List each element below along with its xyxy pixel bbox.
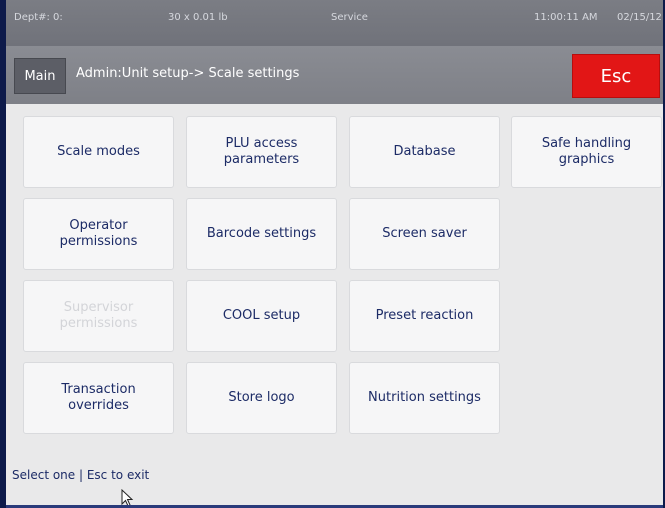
clock-time: 11:00:11 AM xyxy=(534,12,598,23)
cool-setup-button[interactable]: COOL setup xyxy=(186,280,337,352)
database-label: Database xyxy=(393,144,456,159)
scale-modes-label: Scale modes xyxy=(57,144,140,159)
screen-saver-button[interactable]: Screen saver xyxy=(349,198,500,270)
mode-indicator: Service xyxy=(331,12,368,23)
dept-indicator: Dept#: 0: xyxy=(14,12,63,23)
preset-reaction-button[interactable]: Preset reaction xyxy=(349,280,500,352)
plu-access-button[interactable]: PLU access parameters xyxy=(186,116,337,188)
main-button[interactable]: Main xyxy=(14,58,66,94)
scale-settings-window: Dept#: 0: 30 x 0.01 lb Service 11:00:11 … xyxy=(6,0,663,508)
store-logo-label: Store logo xyxy=(228,390,295,405)
safe-handling-label: Safe handling graphics xyxy=(541,136,632,167)
nutrition-settings-button[interactable]: Nutrition settings xyxy=(349,362,500,434)
store-logo-button[interactable]: Store logo xyxy=(186,362,337,434)
title-bar: Main Admin:Unit setup-> Scale settings E… xyxy=(6,46,663,104)
supervisor-permissions-label: Supervisor permissions xyxy=(59,300,138,331)
plu-access-label: PLU access parameters xyxy=(223,136,300,167)
footer-hint: Select one | Esc to exit xyxy=(12,468,150,482)
operator-permissions-label: Operator permissions xyxy=(59,218,138,249)
barcode-settings-button[interactable]: Barcode settings xyxy=(186,198,337,270)
esc-button[interactable]: Esc xyxy=(572,54,660,98)
safe-handling-button[interactable]: Safe handling graphics xyxy=(511,116,662,188)
transaction-overrides-button[interactable]: Transaction overrides xyxy=(23,362,174,434)
database-button[interactable]: Database xyxy=(349,116,500,188)
cool-setup-label: COOL setup xyxy=(222,308,301,323)
preset-reaction-label: Preset reaction xyxy=(375,308,474,323)
breadcrumb: Admin:Unit setup-> Scale settings xyxy=(76,66,300,81)
barcode-settings-label: Barcode settings xyxy=(206,226,317,241)
status-bar: Dept#: 0: 30 x 0.01 lb Service 11:00:11 … xyxy=(6,0,663,46)
weight-indicator: 30 x 0.01 lb xyxy=(168,12,228,23)
scale-modes-button[interactable]: Scale modes xyxy=(23,116,174,188)
screen-saver-label: Screen saver xyxy=(382,226,467,241)
transaction-overrides-label: Transaction overrides xyxy=(61,382,136,413)
supervisor-permissions-button: Supervisor permissions xyxy=(23,280,174,352)
operator-permissions-button[interactable]: Operator permissions xyxy=(23,198,174,270)
nutrition-settings-label: Nutrition settings xyxy=(368,390,481,405)
clock-date: 02/15/12 xyxy=(617,12,662,23)
